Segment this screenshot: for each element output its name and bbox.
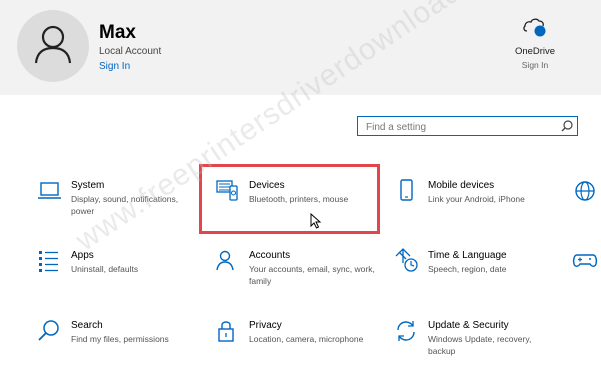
- onedrive-label: OneDrive: [514, 46, 556, 57]
- category-title: Mobile devices: [428, 180, 495, 191]
- category-title: Apps: [71, 250, 94, 261]
- category-description: Your accounts, email, sync, work, family: [249, 264, 375, 286]
- category-title: Time & Language: [428, 250, 507, 261]
- category-time-language[interactable]: Time & Language Speech, region, date: [394, 248, 564, 300]
- category-devices[interactable]: Devices Bluetooth, printers, mouse: [215, 178, 385, 230]
- category-privacy[interactable]: Privacy Location, camera, microphone: [215, 318, 385, 370]
- person-icon: [34, 25, 72, 64]
- category-description: Bluetooth, printers, mouse: [249, 194, 349, 204]
- gamepad-icon[interactable]: [572, 248, 598, 277]
- category-system[interactable]: System Display, sound, notifications, po…: [37, 178, 207, 230]
- category-title: Devices: [249, 180, 285, 191]
- devices-icon: [215, 178, 241, 204]
- mouse-cursor-icon: [310, 212, 322, 234]
- account-signin-link[interactable]: Sign In: [99, 61, 130, 72]
- category-update-security[interactable]: Update & Security Windows Update, recove…: [394, 318, 564, 370]
- onedrive-widget[interactable]: OneDrive Sign In: [512, 14, 558, 74]
- phone-icon: [394, 178, 420, 204]
- time-language-icon: [394, 248, 420, 274]
- account-name: Max: [99, 22, 136, 43]
- category-mobile-devices[interactable]: Mobile devices Link your Android, iPhone: [394, 178, 564, 230]
- category-title: Privacy: [249, 320, 282, 331]
- category-description: Windows Update, recovery, backup: [428, 334, 532, 356]
- lock-icon: [215, 318, 241, 344]
- category-description: Location, camera, microphone: [249, 334, 364, 344]
- cloud-icon: [522, 14, 548, 40]
- category-description: Find my files, permissions: [71, 334, 169, 344]
- category-description: Display, sound, notifications, power: [71, 194, 179, 216]
- category-title: Accounts: [249, 250, 291, 261]
- category-search[interactable]: Search Find my files, permissions: [37, 318, 207, 370]
- account-type: Local Account: [99, 46, 162, 57]
- category-title: Search: [71, 320, 103, 331]
- person-icon: [215, 248, 241, 274]
- category-description: Link your Android, iPhone: [428, 194, 525, 204]
- category-accounts[interactable]: Accounts Your accounts, email, sync, wor…: [215, 248, 385, 300]
- category-description: Speech, region, date: [428, 264, 507, 274]
- category-description: Uninstall, defaults: [71, 264, 139, 274]
- onedrive-signin-link[interactable]: Sign In: [512, 60, 558, 70]
- account-header: Max Local Account Sign In OneDrive Sign …: [0, 0, 601, 95]
- laptop-icon: [37, 178, 63, 204]
- apps-list-icon: [37, 248, 63, 274]
- category-title: System: [71, 180, 105, 191]
- sync-icon: [394, 318, 420, 344]
- search-icon[interactable]: [560, 119, 574, 138]
- globe-icon[interactable]: [573, 179, 597, 208]
- search-icon: [37, 318, 63, 344]
- avatar[interactable]: [17, 10, 89, 82]
- category-title: Update & Security: [428, 320, 509, 331]
- category-apps[interactable]: Apps Uninstall, defaults: [37, 248, 207, 300]
- find-setting-search[interactable]: [357, 116, 578, 136]
- search-input[interactable]: [364, 119, 558, 135]
